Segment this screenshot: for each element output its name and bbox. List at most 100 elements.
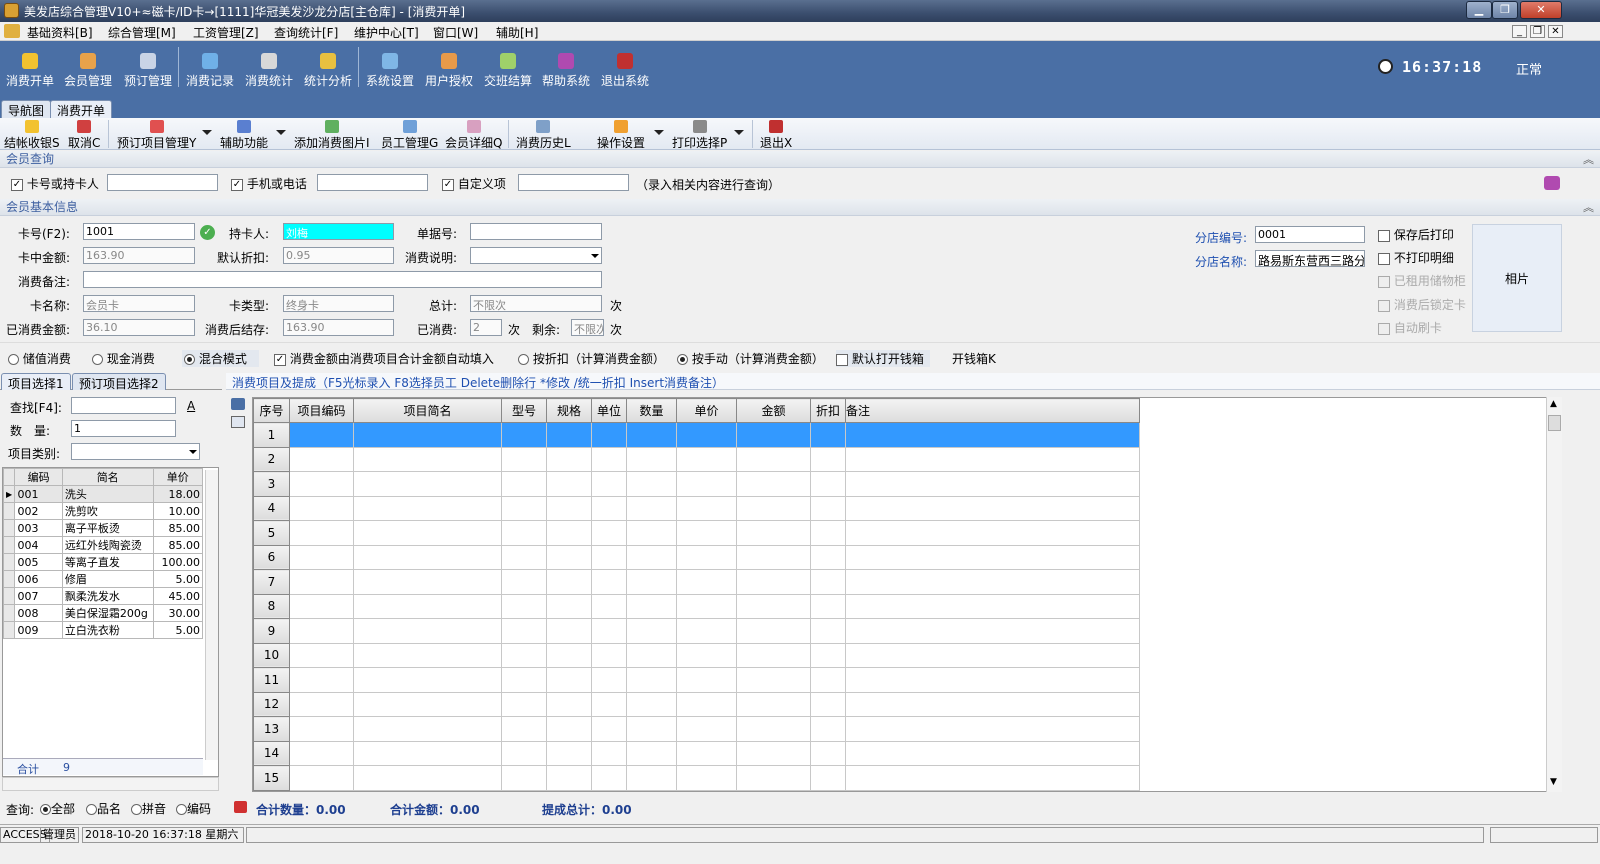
refresh-icon[interactable] (231, 398, 245, 410)
consume-cell[interactable] (810, 642, 846, 668)
consume-cell[interactable] (546, 765, 592, 791)
consume-cell[interactable] (501, 569, 547, 595)
consume-cell[interactable] (626, 642, 677, 668)
item-row[interactable]: 003 离子平板烫 85.00 (2, 519, 204, 537)
consume-cell[interactable] (546, 642, 592, 668)
member-detail-button[interactable]: 会员详细Q (445, 120, 502, 151)
chevron-down-icon[interactable] (654, 130, 664, 135)
consume-cell[interactable] (810, 495, 846, 521)
col-name[interactable]: 简名 (61, 468, 154, 486)
consume-cell[interactable] (810, 422, 846, 448)
consume-cell[interactable] (501, 740, 547, 766)
toolbar-system-settings[interactable]: 系统设置 (366, 53, 414, 89)
consume-cell[interactable] (626, 446, 677, 472)
item-list-hscrollbar[interactable] (2, 777, 219, 791)
col-code[interactable]: 编码 (14, 468, 63, 486)
consume-row[interactable]: 4 (253, 495, 1140, 521)
consume-grid-scrollbar[interactable]: ▲ ▼ (1546, 397, 1562, 792)
toolbar-help[interactable]: 帮助系统 (542, 53, 590, 89)
radio[interactable] (184, 354, 195, 365)
checkbox[interactable]: ✓ (11, 178, 23, 191)
card-holder-checkbox[interactable]: ✓ 卡号或持卡人 (11, 175, 99, 192)
consume-cell[interactable] (676, 593, 737, 619)
consume-cell[interactable] (546, 667, 592, 693)
consume-row[interactable]: 12 (253, 691, 1140, 717)
consume-cell[interactable] (591, 716, 627, 742)
checkbox[interactable]: ✓ (231, 178, 243, 191)
consume-cell[interactable] (501, 667, 547, 693)
consume-cell[interactable] (736, 446, 811, 472)
close-button[interactable]: ✕ (1520, 1, 1562, 19)
consume-cell[interactable] (289, 544, 354, 570)
consume-cell[interactable] (591, 495, 627, 521)
consume-cell[interactable] (591, 422, 627, 448)
consume-cell[interactable] (845, 667, 1140, 693)
consume-cell[interactable] (289, 520, 354, 546)
consume-cell[interactable] (736, 495, 811, 521)
consume-cell[interactable] (591, 520, 627, 546)
consume-cell[interactable] (591, 667, 627, 693)
consume-cell[interactable] (845, 593, 1140, 619)
consume-cell[interactable] (591, 740, 627, 766)
item-row[interactable]: 004 远红外线陶瓷烫 85.00 (2, 536, 204, 554)
consume-cell[interactable] (676, 765, 737, 791)
toolbar-member-mgmt[interactable]: 会员管理 (64, 53, 112, 89)
consume-cell[interactable] (845, 765, 1140, 791)
item-list-scrollbar[interactable] (205, 470, 218, 760)
scroll-down-icon[interactable]: ▼ (1550, 777, 1557, 787)
consume-cell[interactable] (626, 691, 677, 717)
consume-row[interactable]: 5 (253, 520, 1140, 546)
consume-cell[interactable] (810, 691, 846, 717)
consume-cell[interactable] (501, 618, 547, 644)
consume-row[interactable]: 10 (253, 642, 1140, 668)
consume-cell[interactable] (676, 495, 737, 521)
consume-cell[interactable] (501, 495, 547, 521)
consume-cell[interactable] (626, 495, 677, 521)
col-price[interactable]: 单价 (676, 398, 737, 423)
menu-general[interactable]: 综合管理[M] (108, 24, 176, 41)
consume-cell[interactable] (676, 520, 737, 546)
consume-cell[interactable] (289, 446, 354, 472)
auto-fill-option[interactable]: ✓ 消费金额由消费项目合计金额自动填入 (274, 350, 494, 367)
remark-input[interactable] (83, 271, 602, 288)
consume-row[interactable]: 3 (253, 471, 1140, 497)
mdi-restore-button[interactable]: ❐ (1530, 25, 1545, 38)
consume-cell[interactable] (546, 544, 592, 570)
collapse-icon[interactable]: ︽ (1583, 199, 1594, 216)
custom-field-checkbox[interactable]: ✓ 自定义项 (442, 175, 506, 192)
consume-cell[interactable] (810, 716, 846, 742)
consume-cell[interactable] (289, 765, 354, 791)
consume-row[interactable]: 9 (253, 618, 1140, 644)
consume-cell[interactable] (546, 740, 592, 766)
consume-cell[interactable] (353, 642, 502, 668)
consume-cell[interactable] (546, 471, 592, 497)
consume-cell[interactable] (353, 618, 502, 644)
holder-input[interactable]: 刘梅 (283, 223, 394, 240)
consume-cell[interactable] (353, 422, 502, 448)
consume-cell[interactable] (736, 520, 811, 546)
scroll-thumb[interactable] (1548, 415, 1561, 431)
radio[interactable] (8, 354, 19, 365)
card-holder-search-input[interactable] (107, 174, 218, 191)
consume-cell[interactable] (845, 446, 1140, 472)
open-drawer-button[interactable]: 开钱箱K (952, 350, 996, 367)
consume-cell[interactable] (591, 618, 627, 644)
toolbar-shift-settle[interactable]: 交班结算 (484, 53, 532, 89)
consume-cell[interactable] (546, 446, 592, 472)
consume-row[interactable]: 13 (253, 716, 1140, 742)
consume-cell[interactable] (501, 765, 547, 791)
consume-cell[interactable] (676, 569, 737, 595)
cancel-button[interactable]: 取消C (68, 120, 100, 151)
consume-cell[interactable] (845, 618, 1140, 644)
find-input[interactable] (71, 397, 176, 414)
consume-cell[interactable] (845, 691, 1140, 717)
consume-cell[interactable] (501, 544, 547, 570)
aux-functions-button[interactable]: 辅助功能 (220, 120, 268, 151)
checkbox[interactable] (1378, 229, 1390, 242)
consume-cell[interactable] (626, 544, 677, 570)
consume-cell[interactable] (289, 716, 354, 742)
col-remark[interactable]: 备注 (845, 398, 1140, 423)
consume-cell[interactable] (676, 446, 737, 472)
consume-cell[interactable] (626, 716, 677, 742)
checkbox[interactable] (836, 353, 848, 366)
